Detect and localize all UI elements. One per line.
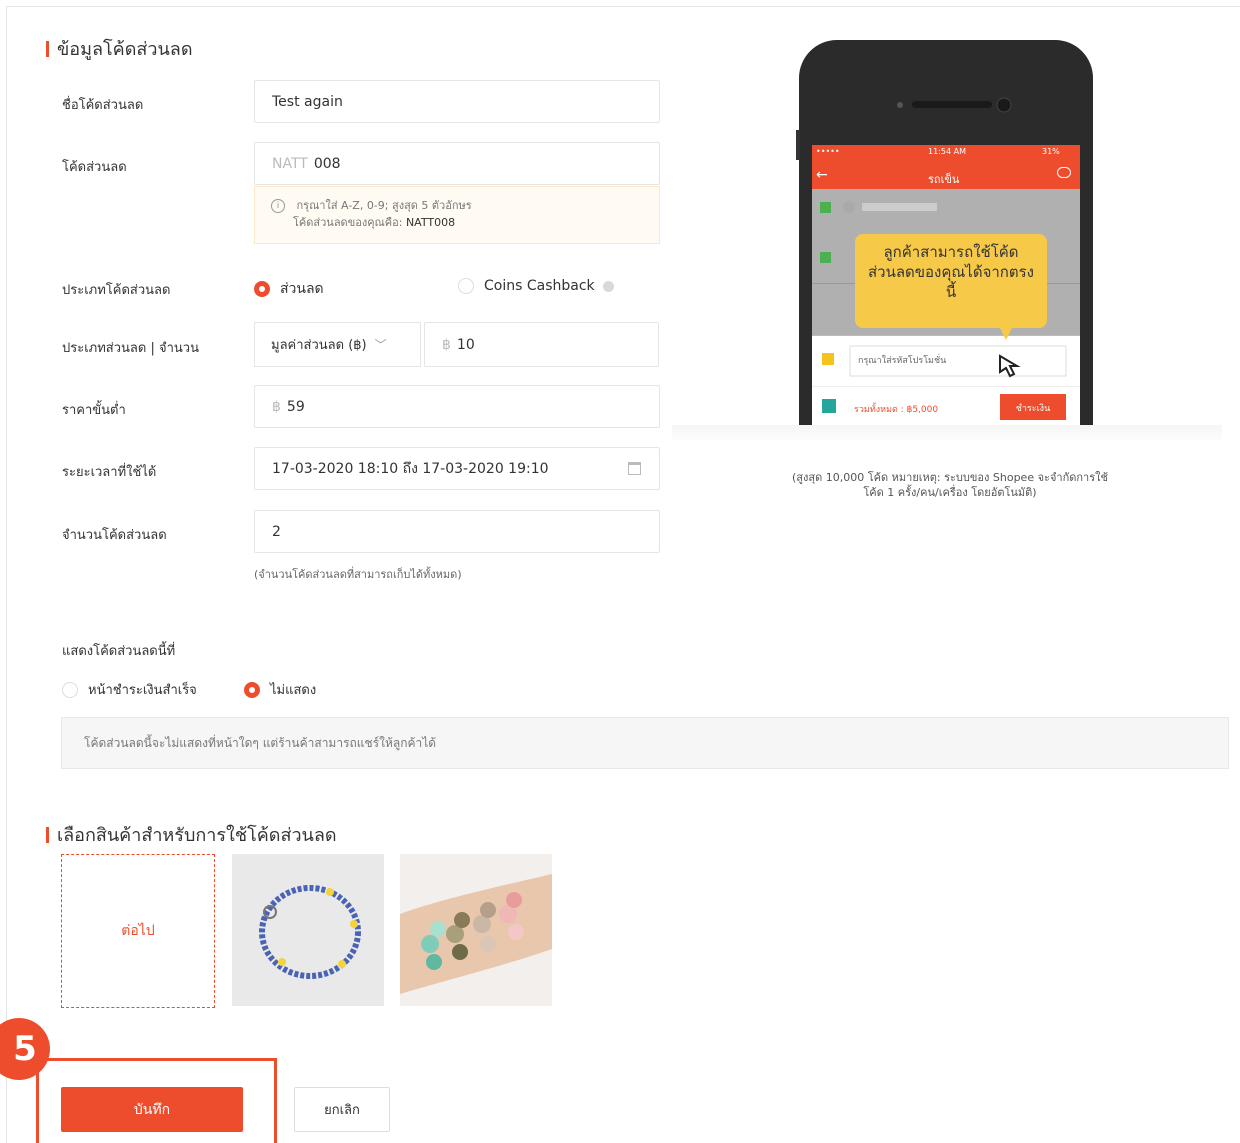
chevron-down-icon: ﹀ <box>374 338 387 352</box>
title-accent-bar <box>46 40 49 57</box>
min-spend-label: ราคาขั้นต่ำ <box>62 403 126 418</box>
discount-amount-value: 10 <box>456 336 475 353</box>
voucher-name-label: ชื่อโค้ดส่วนลด <box>62 98 144 113</box>
usage-quantity-label: จำนวนโค้ดส่วนลด <box>62 528 167 543</box>
info-icon: i <box>271 199 285 213</box>
discount-type-select[interactable]: มูลค่าส่วนลด (฿) ﹀ <box>254 322 421 367</box>
voucher-code-label: โค้ดส่วนลด <box>62 160 127 175</box>
radio-label: ส่วนลด <box>280 281 324 297</box>
phone-cart-title: รถเข็น <box>928 173 960 186</box>
voucher-code-prefix: NATT <box>272 155 308 172</box>
radio-selected-icon <box>244 681 260 698</box>
validity-period-label: ระยะเวลาที่ใช้ได้ <box>62 465 157 480</box>
radio-label: Coins Cashback <box>484 278 595 294</box>
display-info-panel: โค้ดส่วนลดนี้จะไม่แสดงที่หน้าใดๆ แต่ร้าน… <box>61 717 1229 769</box>
add-product-box[interactable]: ต่อไป <box>61 854 215 1008</box>
phone-shadow <box>672 425 1222 440</box>
voucher-name-value: Test again <box>272 93 343 110</box>
cancel-button[interactable]: ยกเลิก <box>294 1087 390 1132</box>
currency-prefix: ฿ <box>272 398 281 415</box>
question-icon[interactable] <box>602 280 614 292</box>
radio-unselected-icon <box>62 681 78 698</box>
phone-promo-input: กรุณาใส่รหัสโปรโมชั่น <box>858 356 947 366</box>
min-spend-value: 59 <box>286 398 305 415</box>
voucher-name-input[interactable]: Test again <box>254 80 660 123</box>
voucher-code-hint: i กรุณาใส่ A-Z, 0-9; สูงสุด 5 ตัวอักษร โ… <box>254 186 660 244</box>
calendar-icon[interactable] <box>628 462 641 475</box>
hint-line-2-label: โค้ดส่วนลดของคุณคือ: <box>293 216 403 229</box>
voucher-code-value: 008 <box>313 155 341 172</box>
display-checkout-radio[interactable]: หน้าชำระเงินสำเร็จ <box>62 679 197 700</box>
usage-quantity-note: (จำนวนโค้ดส่วนลดที่สามารถเก็บได้ทั้งหมด) <box>254 568 462 581</box>
voucher-type-coins-radio[interactable]: Coins Cashback <box>458 278 614 294</box>
validity-period-input[interactable]: 17-03-2020 18:10 ถึง 17-03-2020 19:10 <box>254 447 660 490</box>
radio-unselected-icon <box>458 278 474 294</box>
display-info-text: โค้ดส่วนลดนี้จะไม่แสดงที่หน้าใดๆ แต่ร้าน… <box>84 735 437 750</box>
phone-illustration: ••••• 11:54 AM 31% ← รถเข็น ลูกค้าสามารถ… <box>672 40 1222 440</box>
discount-amount-input[interactable]: ฿ 10 <box>424 322 659 367</box>
min-spend-input[interactable]: ฿ 59 <box>254 385 660 428</box>
hint-line-1: กรุณาใส่ A-Z, 0-9; สูงสุด 5 ตัวอักษร <box>296 199 472 212</box>
bracelet-image-2 <box>400 854 552 1006</box>
back-arrow-icon: ← <box>816 167 828 183</box>
hint-code-value: NATT008 <box>405 216 456 229</box>
voucher-limit-note: (สูงสุด 10,000 โค้ด หมายเหตุ: ระบบของ Sh… <box>792 471 1108 499</box>
display-setting-label: แสดงโค้ดส่วนลดนี้ที่ <box>62 644 176 659</box>
radio-selected-icon <box>254 281 270 297</box>
add-product-label: ต่อไป <box>121 923 155 939</box>
voucher-type-label: ประเภทโค้ดส่วนลด <box>62 283 171 298</box>
usage-quantity-input[interactable]: 2 <box>254 510 660 553</box>
radio-label: ไม่แสดง <box>270 683 317 698</box>
display-none-radio[interactable]: ไม่แสดง <box>244 679 316 700</box>
discount-type-value: มูลค่าส่วนลด (฿) <box>271 338 367 353</box>
bracelet-image-1 <box>232 854 384 1006</box>
section-title-text: เลือกสินค้าสำหรับการใช้โค้ดส่วนลด <box>57 825 337 846</box>
battery-indicator: 31% <box>1042 147 1060 156</box>
radio-label: หน้าชำระเงินสำเร็จ <box>88 683 197 698</box>
usage-quantity-value: 2 <box>272 523 281 540</box>
section-title-text: ข้อมูลโค้ดส่วนลด <box>57 39 193 60</box>
save-button[interactable]: บันทึก <box>61 1087 243 1132</box>
signal-indicator: ••••• <box>816 147 840 156</box>
product-thumbnail[interactable] <box>400 854 552 1006</box>
phone-pay-button: ชำระเงิน <box>1015 404 1051 414</box>
currency-prefix: ฿ <box>442 336 451 353</box>
phone-time: 11:54 AM <box>928 147 966 156</box>
phone-mockup <box>796 40 1093 440</box>
voucher-type-discount-radio[interactable]: ส่วนลด <box>254 278 324 300</box>
section-title-voucher-info: ข้อมูลโค้ดส่วนลด <box>46 34 193 63</box>
validity-period-value: 17-03-2020 18:10 ถึง 17-03-2020 19:10 <box>272 460 549 477</box>
voucher-code-input[interactable]: NATT 008 <box>254 142 660 185</box>
chat-icon <box>1057 167 1071 178</box>
section-title-products: เลือกสินค้าสำหรับการใช้โค้ดส่วนลด <box>46 820 337 849</box>
product-thumbnail[interactable] <box>232 854 384 1006</box>
discount-type-label: ประเภทส่วนลด | จำนวน <box>62 341 199 356</box>
phone-total-text: รวมทั้งหมด : ฿5,000 <box>854 405 939 415</box>
title-accent-bar <box>46 826 49 843</box>
phone-tooltip-text: ลูกค้าสามารถใช้โค้ดส่วนลดของคุณได้จากตรง… <box>867 243 1034 301</box>
